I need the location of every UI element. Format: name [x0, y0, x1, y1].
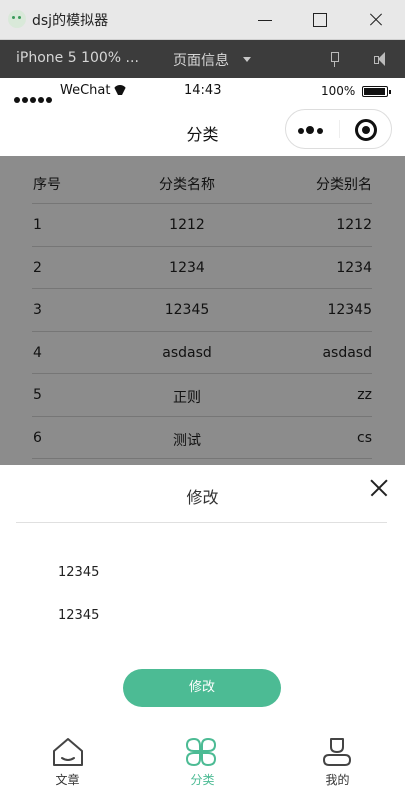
battery-percentage: 100% — [321, 84, 356, 98]
user-icon — [322, 738, 352, 766]
tab-articles[interactable]: 文章 — [0, 735, 135, 790]
tab-label: 分类 — [190, 773, 215, 787]
sound-icon[interactable] — [372, 51, 388, 67]
tab-label: 文章 — [55, 773, 80, 787]
carrier-name: WeChat — [60, 83, 111, 98]
signal-strength-icon — [14, 88, 58, 103]
capsule-divider — [339, 120, 340, 138]
navigation-bar: 分类 — [0, 104, 405, 156]
menu-capsule — [285, 109, 392, 149]
close-miniprogram-icon[interactable] — [355, 119, 377, 141]
category-alias-input[interactable] — [58, 603, 358, 627]
sheet-title: 修改 — [186, 488, 219, 507]
edit-bottom-sheet: 修改 修改 — [0, 465, 405, 735]
close-icon[interactable] — [370, 479, 388, 497]
maximize-icon[interactable] — [307, 8, 331, 32]
chevron-down-icon[interactable] — [243, 57, 251, 62]
more-options-icon[interactable] — [298, 128, 328, 134]
pin-icon[interactable] — [328, 52, 342, 68]
window-title-bar: dsj的模拟器 — [0, 0, 405, 40]
tab-bar: 文章 分类 我的 — [0, 735, 405, 790]
window-title: dsj的模拟器 — [32, 13, 109, 29]
home-icon — [53, 738, 83, 766]
minimize-icon[interactable] — [253, 8, 277, 32]
tab-profile[interactable]: 我的 — [270, 735, 405, 790]
phone-status-bar: WeChat 14:43 100% — [0, 78, 405, 104]
category-icon — [185, 737, 217, 767]
submit-edit-button[interactable]: 修改 — [123, 669, 281, 707]
sheet-divider — [16, 522, 387, 523]
battery-icon — [362, 86, 391, 97]
status-time: 14:43 — [184, 83, 222, 98]
simulator-toolbar: iPhone 5 100% ... 页面信息 — [0, 40, 405, 78]
tab-categories[interactable]: 分类 — [135, 735, 270, 790]
app-logo-icon — [8, 10, 26, 28]
tab-label: 我的 — [325, 773, 350, 787]
device-selector[interactable]: iPhone 5 100% ... — [16, 50, 139, 66]
window-close-icon[interactable] — [364, 8, 388, 32]
wifi-icon — [113, 85, 127, 95]
category-name-input[interactable] — [58, 560, 358, 584]
page-info-dropdown[interactable]: 页面信息 — [173, 50, 229, 70]
